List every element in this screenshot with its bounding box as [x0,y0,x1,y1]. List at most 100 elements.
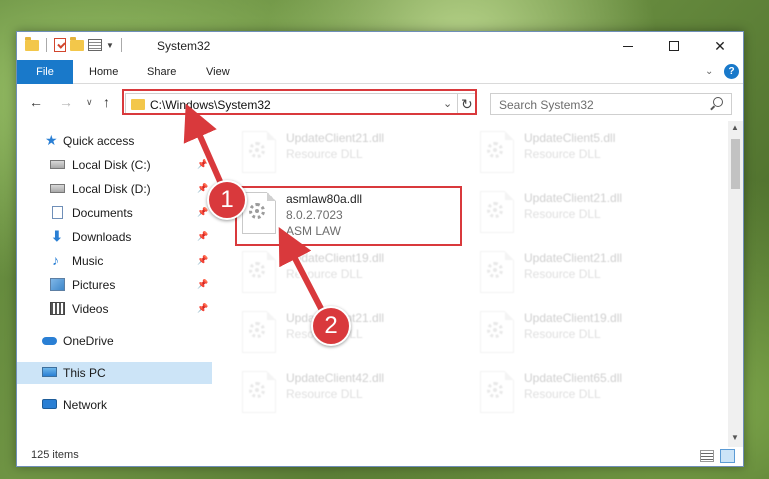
folder-icon[interactable] [25,36,39,51]
minimize-icon [623,45,633,47]
pin-icon[interactable]: 📌 [197,159,208,170]
vertical-scrollbar[interactable]: ▲ ▼ [728,121,743,447]
file-name: UpdateClient21.dll [286,131,385,145]
file-tile[interactable]: UpdateClient65.dll Resource DLL [474,367,704,423]
sidebar-item-pictures[interactable]: Pictures 📌 [17,274,212,296]
file-type: Resource DLL [524,387,601,401]
sidebar-item-quick-access[interactable]: ★ Quick access [17,130,212,152]
file-name: UpdateClient65.dll [524,371,623,385]
gear-icon [487,142,503,158]
sidebar-item-videos[interactable]: Videos 📌 [17,298,212,320]
close-icon: ✕ [714,37,726,54]
pin-icon[interactable]: 📌 [197,279,208,290]
scrollbar-thumb[interactable] [731,139,740,189]
file-highlight [235,186,462,246]
sidebar-item-music[interactable]: ♪ Music 📌 [17,250,212,272]
dll-file-icon [242,131,276,173]
pin-icon[interactable]: 📌 [197,183,208,194]
file-name: UpdateClient21.dll [524,191,623,205]
callout-badge-1: 1 [207,180,247,220]
scroll-up-arrow-icon[interactable]: ▲ [731,123,739,132]
item-count: 125 items [31,449,79,461]
tab-home[interactable]: Home [75,60,132,84]
disk-icon [50,160,65,169]
file-tile[interactable]: UpdateClient21.dll Resource DLL [474,247,704,303]
help-icon[interactable]: ? [724,64,739,79]
sidebar-item-label: This PC [63,366,106,380]
recent-locations-chevron-icon[interactable]: ∨ [86,97,93,108]
dll-file-icon [480,371,514,413]
file-type: Resource DLL [524,147,601,161]
star-icon: ★ [45,132,58,148]
scroll-down-arrow-icon[interactable]: ▼ [731,433,739,442]
sidebar-item-onedrive[interactable]: OneDrive [17,330,212,352]
sidebar-item-label: Quick access [63,134,135,148]
gear-icon [487,322,503,338]
pin-icon[interactable]: 📌 [197,231,208,242]
pin-icon[interactable]: 📌 [197,303,208,314]
videos-icon [50,302,65,315]
customize-toolbar-chevron-icon[interactable]: ▼ [106,41,114,50]
pin-icon[interactable]: 📌 [197,207,208,218]
dll-file-icon [242,371,276,413]
file-type: Resource DLL [286,147,363,161]
dll-file-icon [480,311,514,353]
file-tile[interactable]: UpdateClient21.dll Resource DLL [474,187,704,243]
title-bar: ▼ System32 ✕ [17,32,743,60]
navigation-pane: ★ Quick access Local Disk (C:) 📌 Local D… [17,121,212,447]
up-arrow-icon[interactable]: ↑ [103,94,110,110]
tab-share[interactable]: Share [133,60,190,84]
gear-icon [487,262,503,278]
pictures-icon [50,278,65,291]
sidebar-item-label: Downloads [72,230,132,244]
sidebar-item-documents[interactable]: Documents 📌 [17,202,212,224]
close-button[interactable]: ✕ [697,32,743,60]
sidebar-item-local-disk-c[interactable]: Local Disk (C:) 📌 [17,154,212,176]
status-bar: 125 items [17,447,743,466]
sidebar-item-label: Videos [72,302,109,316]
sidebar-item-this-pc[interactable]: This PC [17,362,212,384]
search-icon[interactable] [713,97,723,107]
sidebar-item-network[interactable]: Network [17,394,212,416]
file-tile[interactable]: UpdateClient5.dll Resource DLL [474,127,704,183]
search-input[interactable]: Search System32 [499,98,594,112]
file-name: UpdateClient21.dll [524,251,623,265]
music-icon: ♪ [52,252,59,268]
sidebar-item-label: Network [63,398,108,412]
ribbon-tabs: File Home Share View ⌄ ? [17,60,743,84]
file-tile[interactable]: UpdateClient42.dll Resource DLL [236,367,466,423]
new-folder-icon[interactable] [70,36,84,51]
file-tile[interactable]: UpdateClient19.dll Resource DLL [236,247,466,303]
forward-arrow-icon[interactable]: → [59,94,73,110]
download-icon: ⬇ [51,228,63,244]
gear-icon [487,382,503,398]
search-box[interactable]: Search System32 [490,93,732,115]
tab-file[interactable]: File [17,60,73,84]
file-tile[interactable]: UpdateClient21.dll Resource DLL [236,307,466,363]
quick-access-toolbar: ▼ [25,36,125,52]
sidebar-item-label: OneDrive [63,334,114,348]
maximize-icon [669,41,679,51]
file-type: Resource DLL [524,207,601,221]
expand-ribbon-chevron-icon[interactable]: ⌄ [705,66,713,77]
properties-icon[interactable] [88,39,102,51]
window-title: System32 [157,39,211,53]
large-icons-view-icon[interactable] [720,449,735,463]
file-tile[interactable]: UpdateClient21.dll Resource DLL [236,127,466,183]
back-arrow-icon[interactable]: ← [29,94,43,110]
file-tile[interactable]: UpdateClient19.dll Resource DLL [474,307,704,363]
sidebar-item-downloads[interactable]: ⬇ Downloads 📌 [17,226,212,248]
minimize-button[interactable] [605,32,651,60]
file-type: Resource DLL [524,327,601,341]
gear-icon [249,322,265,338]
pin-icon[interactable]: 📌 [197,255,208,266]
dll-file-icon [242,251,276,293]
sidebar-item-local-disk-d[interactable]: Local Disk (D:) 📌 [17,178,212,200]
details-view-icon[interactable] [700,450,714,462]
properties-check-icon[interactable] [54,38,66,52]
disk-icon [50,184,65,193]
file-name: UpdateClient19.dll [286,251,385,265]
maximize-button[interactable] [651,32,697,60]
callout-badge-2: 2 [311,306,351,346]
tab-view[interactable]: View [192,60,244,84]
